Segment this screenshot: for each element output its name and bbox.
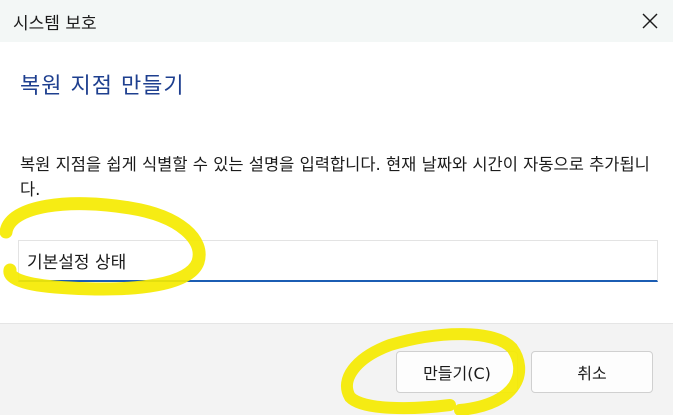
cancel-button[interactable]: 취소 <box>531 351 653 393</box>
window-title: 시스템 보호 <box>13 14 97 34</box>
close-button[interactable] <box>627 0 673 42</box>
instruction-text: 복원 지점을 쉽게 식별할 수 있는 설명을 입력합니다. 현재 날짜와 시간이… <box>20 155 650 199</box>
close-icon <box>642 13 658 29</box>
dialog-footer: 만들기(C) 취소 <box>0 323 673 415</box>
create-button[interactable]: 만들기(C) <box>396 351 518 393</box>
page-heading: 복원 지점 만들기 <box>20 74 185 99</box>
restore-point-description-input[interactable] <box>18 240 658 282</box>
system-protection-dialog: 시스템 보호 복원 지점 만들기 복원 지점을 쉽게 식별할 수 있는 설명을 … <box>0 0 673 415</box>
title-bar: 시스템 보호 <box>0 0 673 42</box>
